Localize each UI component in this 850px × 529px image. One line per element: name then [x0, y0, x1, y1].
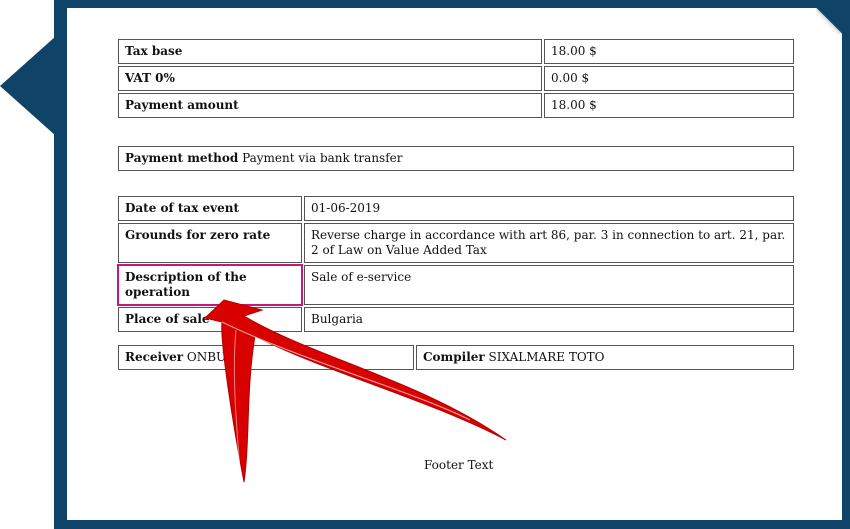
red-arrow-annotation [203, 299, 507, 483]
